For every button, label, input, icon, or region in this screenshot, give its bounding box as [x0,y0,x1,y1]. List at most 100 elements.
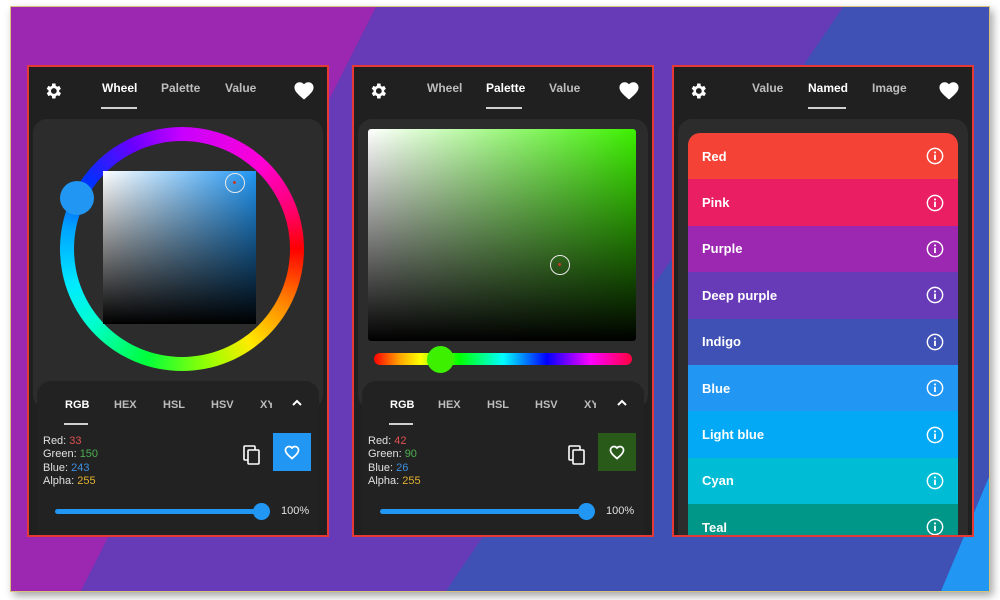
info-icon[interactable] [926,379,944,397]
alpha-slider-thumb[interactable] [253,503,270,520]
hue-slider-thumb[interactable] [427,346,454,373]
palette-screen: Wheel Palette Value RGB HEX HSL HSV XY R… [352,65,654,537]
named-color-label: Cyan [702,473,734,489]
active-tab-indicator [101,107,137,109]
info-icon[interactable] [926,194,944,212]
alpha-label: Alpha: [368,474,403,487]
heart-outline-icon [284,445,300,460]
named-color-label: Pink [702,195,730,211]
named-color-label: Purple [702,241,743,257]
palette-area [358,119,648,409]
sv-picker-marker[interactable] [225,173,245,193]
copy-icon[interactable] [568,445,586,465]
named-color-item[interactable]: Red [688,133,958,180]
named-color-item[interactable]: Deep purple [688,272,958,319]
format-tab-hsl[interactable]: HSL [487,399,509,411]
info-icon[interactable] [926,472,944,490]
green-value: 90 [404,448,417,461]
format-panel: RGB HEX HSL HSV XY Red: 33 Green: 150 Bl… [37,381,319,535]
named-color-label: Indigo [702,334,741,350]
chevron-up-icon[interactable] [291,397,303,409]
named-color-item[interactable]: Teal [688,504,958,535]
settings-gear-icon[interactable] [368,81,388,101]
active-format-indicator [389,423,413,425]
red-label: Red: [368,435,395,447]
favorites-heart-icon[interactable] [938,80,960,100]
active-tab-indicator [808,107,846,109]
info-icon[interactable] [926,426,944,444]
named-color-item[interactable]: Indigo [688,318,958,365]
add-favorite-button[interactable] [273,433,311,471]
alpha-slider-thumb[interactable] [578,503,595,520]
blue-label: Blue: [43,461,72,474]
info-icon[interactable] [926,333,944,351]
named-color-item[interactable]: Blue [688,364,958,412]
alpha-percent: 100% [281,505,310,517]
saturation-value-square[interactable] [103,171,256,324]
wheel-screen: Wheel Palette Value RGB HEX HSL HSV XY R… [27,65,329,537]
green-label: Green: [368,448,405,461]
named-color-item[interactable]: Purple [688,225,958,273]
format-tab-rgb[interactable]: RGB [65,399,89,411]
format-tab-xy[interactable]: XY [260,399,272,411]
top-bar: Wheel Palette Value [354,67,652,117]
named-color-label: Deep purple [702,287,778,303]
format-tab-rgb[interactable]: RGB [390,399,414,411]
red-label: Red: [43,435,70,447]
tab-palette[interactable]: Palette [486,81,525,95]
format-tab-hsv[interactable]: HSV [211,399,234,411]
alpha-value: 255 [77,474,96,487]
info-icon[interactable] [926,147,944,165]
favorites-heart-icon[interactable] [293,80,315,100]
alpha-value: 255 [402,474,421,487]
settings-gear-icon[interactable] [43,81,63,101]
tab-wheel[interactable]: Wheel [102,81,137,95]
named-colors-list: Red Pink Purple Deep purple Indigo Blue Light … [688,133,958,535]
green-value: 150 [79,448,99,461]
format-tab-xy[interactable]: XY [584,399,596,411]
tab-named[interactable]: Named [808,81,848,95]
blue-value: 26 [396,461,409,474]
alpha-slider[interactable] [380,503,595,520]
info-icon[interactable] [926,240,944,258]
settings-gear-icon[interactable] [688,81,708,101]
screenshot-frame: Wheel Palette Value RGB HEX HSL HSV XY R… [10,6,990,592]
green-label: Green: [43,448,80,461]
format-panel: RGB HEX HSL HSV XY Red: 42 Green: 90 Blu… [362,381,644,535]
info-icon[interactable] [926,286,944,304]
named-color-item[interactable]: Cyan [688,457,958,505]
alpha-slider[interactable] [55,503,270,520]
named-screen: Value Named Image Red Pink Purple Deep purp… [672,65,974,537]
named-color-label: Red [702,148,727,164]
format-tab-hex[interactable]: HEX [114,399,137,411]
hue-slider[interactable] [374,353,632,365]
info-icon[interactable] [926,518,944,535]
add-favorite-button[interactable] [598,433,636,471]
saturation-value-square[interactable] [368,129,636,341]
tab-image[interactable]: Image [872,81,907,95]
active-tab-indicator [486,107,522,109]
named-color-label: Blue [702,380,731,396]
top-bar: Value Named Image [674,67,972,117]
favorites-heart-icon[interactable] [618,80,640,100]
tab-palette[interactable]: Palette [161,81,200,95]
tab-value[interactable]: Value [549,81,580,95]
heart-outline-icon [609,445,625,460]
copy-icon[interactable] [243,445,261,465]
tab-wheel[interactable]: Wheel [427,81,462,95]
named-color-label: Light blue [702,427,765,443]
sv-picker-marker[interactable] [550,255,570,275]
chevron-up-icon[interactable] [616,397,628,409]
named-color-label: Teal [702,519,728,535]
format-tab-hex[interactable]: HEX [438,399,461,411]
hue-ring-thumb[interactable] [60,181,94,215]
color-wheel-area [33,119,323,409]
format-tab-hsv[interactable]: HSV [535,399,558,411]
named-color-item[interactable]: Pink [688,179,958,226]
top-bar: Wheel Palette Value [29,67,327,117]
rgb-values: Red: 42 Green: 90 Blue: 26 Alpha: 255 [368,435,421,488]
tab-value[interactable]: Value [225,81,256,95]
tab-value[interactable]: Value [752,81,783,95]
named-color-item[interactable]: Light blue [688,411,958,458]
format-tab-hsl[interactable]: HSL [163,399,185,411]
